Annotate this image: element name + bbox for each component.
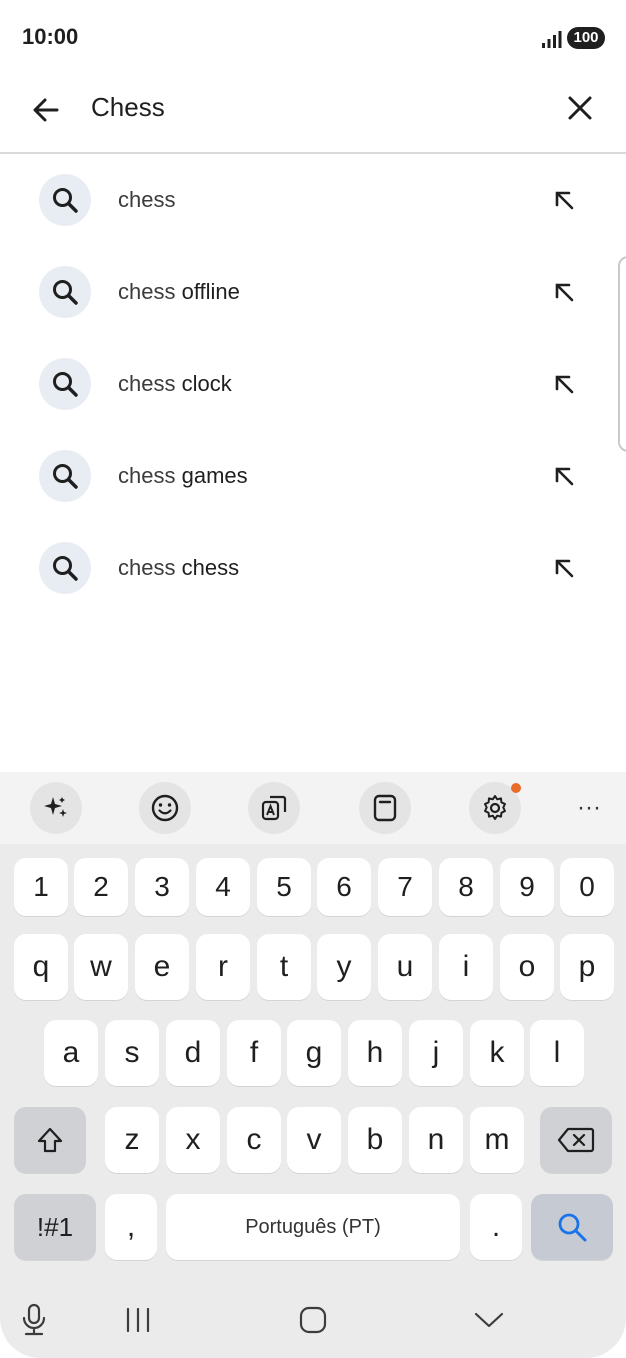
arrow-up-left-icon[interactable] bbox=[548, 460, 580, 492]
voice-input-button[interactable] bbox=[12, 1298, 56, 1342]
key-u[interactable]: u bbox=[378, 934, 432, 1000]
key-s[interactable]: s bbox=[105, 1020, 159, 1086]
symbols-key[interactable]: !#1 bbox=[14, 1194, 96, 1260]
comma-key[interactable]: , bbox=[105, 1194, 157, 1260]
key-z[interactable]: z bbox=[105, 1107, 159, 1173]
arrow-up-left-icon[interactable] bbox=[548, 184, 580, 216]
search-input[interactable]: Chess bbox=[91, 92, 165, 123]
backspace-key[interactable] bbox=[540, 1107, 612, 1173]
key-c[interactable]: c bbox=[227, 1107, 281, 1173]
key-1[interactable]: 1 bbox=[14, 858, 68, 916]
suggestion-text: chess chess bbox=[118, 555, 240, 580]
clipboard-icon bbox=[373, 794, 397, 822]
key-2[interactable]: 2 bbox=[74, 858, 128, 916]
close-icon bbox=[568, 96, 592, 120]
search-icon bbox=[39, 450, 91, 502]
shift-icon bbox=[37, 1127, 63, 1153]
search-key[interactable] bbox=[531, 1194, 613, 1260]
suggestion-item[interactable]: chess games bbox=[0, 430, 626, 522]
signal-icon bbox=[542, 31, 562, 48]
translate-button[interactable] bbox=[248, 782, 300, 834]
search-icon bbox=[39, 174, 91, 226]
search-header: Chess bbox=[0, 76, 626, 154]
key-o[interactable]: o bbox=[500, 934, 554, 1000]
key-6[interactable]: 6 bbox=[317, 858, 371, 916]
battery-icon: 100 bbox=[567, 27, 605, 49]
key-j[interactable]: j bbox=[409, 1020, 463, 1086]
key-0[interactable]: 0 bbox=[560, 858, 614, 916]
space-key[interactable]: Português (PT) bbox=[166, 1194, 460, 1260]
clear-button[interactable] bbox=[560, 88, 600, 128]
notification-dot bbox=[511, 783, 521, 793]
translate-icon bbox=[261, 795, 287, 821]
key-8[interactable]: 8 bbox=[439, 858, 493, 916]
chevron-down-icon bbox=[474, 1312, 504, 1328]
microphone-icon bbox=[22, 1303, 46, 1336]
key-9[interactable]: 9 bbox=[500, 858, 554, 916]
key-e[interactable]: e bbox=[135, 934, 189, 1000]
key-k[interactable]: k bbox=[470, 1020, 524, 1086]
keyboard-toolbar: ··· bbox=[0, 772, 626, 844]
arrow-up-left-icon[interactable] bbox=[548, 368, 580, 400]
key-d[interactable]: d bbox=[166, 1020, 220, 1086]
key-4[interactable]: 4 bbox=[196, 858, 250, 916]
clipboard-button[interactable] bbox=[359, 782, 411, 834]
search-icon bbox=[39, 266, 91, 318]
home-button[interactable] bbox=[291, 1298, 335, 1342]
key-b[interactable]: b bbox=[348, 1107, 402, 1173]
emoji-button[interactable] bbox=[139, 782, 191, 834]
ai-sparkle-button[interactable] bbox=[30, 782, 82, 834]
arrow-up-left-icon[interactable] bbox=[548, 276, 580, 308]
key-f[interactable]: f bbox=[227, 1020, 281, 1086]
gear-icon bbox=[484, 795, 506, 820]
recent-apps-icon bbox=[126, 1307, 150, 1333]
key-h[interactable]: h bbox=[348, 1020, 402, 1086]
suggestion-text: chess offline bbox=[118, 279, 240, 304]
key-r[interactable]: r bbox=[196, 934, 250, 1000]
keyboard: ··· 1 2 3 4 5 6 7 8 9 0 q w e r t y u i … bbox=[0, 772, 626, 1358]
key-g[interactable]: g bbox=[287, 1020, 341, 1086]
sparkle-icon bbox=[44, 797, 67, 817]
status-time: 10:00 bbox=[22, 24, 79, 49]
search-icon bbox=[39, 542, 91, 594]
key-n[interactable]: n bbox=[409, 1107, 463, 1173]
key-m[interactable]: m bbox=[470, 1107, 524, 1173]
search-icon bbox=[558, 1213, 587, 1242]
key-l[interactable]: l bbox=[530, 1020, 584, 1086]
key-5[interactable]: 5 bbox=[257, 858, 311, 916]
suggestion-item[interactable]: chess clock bbox=[0, 338, 626, 430]
key-a[interactable]: a bbox=[44, 1020, 98, 1086]
suggestion-text: chess bbox=[118, 187, 176, 212]
status-bar: 10:00 100 bbox=[0, 0, 626, 76]
key-3[interactable]: 3 bbox=[135, 858, 189, 916]
back-button[interactable] bbox=[26, 90, 66, 130]
home-icon bbox=[299, 1306, 327, 1334]
key-x[interactable]: x bbox=[166, 1107, 220, 1173]
recent-apps-button[interactable] bbox=[116, 1298, 160, 1342]
key-t[interactable]: t bbox=[257, 934, 311, 1000]
key-w[interactable]: w bbox=[74, 934, 128, 1000]
suggestion-text: chess clock bbox=[118, 371, 232, 396]
emoji-icon bbox=[151, 794, 179, 822]
suggestion-item[interactable]: chess chess bbox=[0, 522, 626, 614]
suggestion-item[interactable]: chess bbox=[0, 154, 626, 246]
shift-key[interactable] bbox=[14, 1107, 86, 1173]
more-button[interactable]: ··· bbox=[563, 782, 615, 834]
suggestion-item[interactable]: chess offline bbox=[0, 246, 626, 338]
period-key[interactable]: . bbox=[470, 1194, 522, 1260]
backspace-icon bbox=[557, 1127, 595, 1153]
key-y[interactable]: y bbox=[317, 934, 371, 1000]
suggestion-text: chess games bbox=[118, 463, 248, 488]
scroll-handle[interactable] bbox=[618, 256, 626, 452]
navigation-bar bbox=[0, 1282, 626, 1358]
arrow-up-left-icon[interactable] bbox=[548, 552, 580, 584]
key-q[interactable]: q bbox=[14, 934, 68, 1000]
key-7[interactable]: 7 bbox=[378, 858, 432, 916]
key-v[interactable]: v bbox=[287, 1107, 341, 1173]
search-icon bbox=[39, 358, 91, 410]
key-p[interactable]: p bbox=[560, 934, 614, 1000]
key-i[interactable]: i bbox=[439, 934, 493, 1000]
arrow-left-icon bbox=[33, 98, 59, 122]
hide-keyboard-button[interactable] bbox=[467, 1298, 511, 1342]
